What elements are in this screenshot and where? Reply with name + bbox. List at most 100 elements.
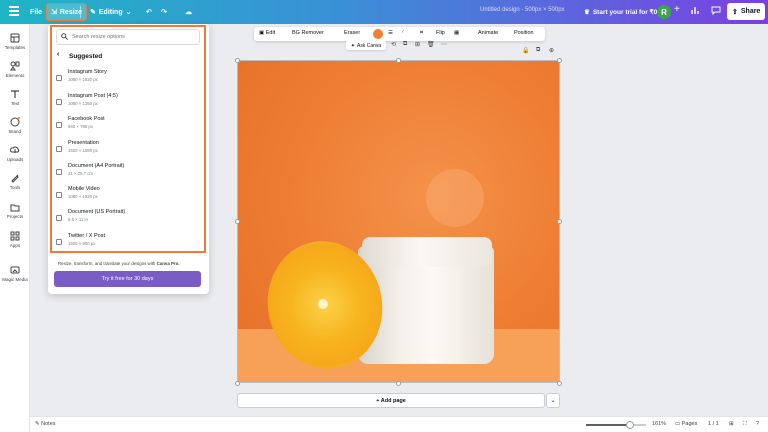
corner-rounding-icon[interactable]: ◜ <box>402 30 404 36</box>
help-icon[interactable]: ? <box>756 421 759 427</box>
resize-handle[interactable] <box>557 58 562 63</box>
option-checkbox[interactable] <box>56 239 62 245</box>
option-size: 940 × 788 px <box>68 124 93 129</box>
add-collaborator-icon[interactable]: + <box>674 4 680 15</box>
add-page-button[interactable]: + Add page <box>237 393 545 408</box>
edit-image-button[interactable]: ▣ Edit <box>259 30 275 36</box>
eraser-button[interactable]: Eraser <box>344 30 360 36</box>
flip-button[interactable]: Flip <box>436 30 445 36</box>
resize-handle[interactable] <box>396 58 401 63</box>
option-checkbox[interactable] <box>56 122 62 128</box>
resize-handle[interactable] <box>557 219 562 224</box>
resize-label: Resize <box>59 8 83 16</box>
position-button[interactable]: Position <box>514 30 534 36</box>
fullscreen-icon[interactable]: ⛶ <box>743 421 747 428</box>
analytics-icon[interactable] <box>691 5 701 17</box>
zoom-level[interactable]: 161% <box>652 421 666 427</box>
sidebar-item-uploads[interactable]: Uploads <box>0 145 30 162</box>
option-checkbox[interactable] <box>56 169 62 175</box>
option-checkbox[interactable] <box>56 99 62 105</box>
try-free-button[interactable]: Try it free for 30 days <box>54 271 201 287</box>
resize-option[interactable]: Document (US Portrait) 8.5 × 11 in <box>56 209 200 229</box>
tools-icon <box>11 174 19 183</box>
pro-promo-text: Resize, transform, and translate your de… <box>58 261 180 266</box>
page-counter: 1 / 1 <box>708 421 719 427</box>
back-arrow-icon[interactable]: ‹ <box>57 51 59 58</box>
color-swatch[interactable] <box>373 29 383 39</box>
bg-remover-button[interactable]: BG Remover <box>292 30 324 36</box>
option-checkbox[interactable] <box>56 146 62 152</box>
sidebar-item-elements[interactable]: Elements <box>0 61 30 78</box>
menu-icon[interactable] <box>9 6 19 16</box>
resize-option[interactable]: Document (A4 Portrait) 21 × 29.7 cm <box>56 163 200 183</box>
copy-icon[interactable]: ⧉ <box>403 41 407 48</box>
duplicate-page-icon[interactable]: ⧉ <box>536 47 540 54</box>
resize-handle[interactable] <box>396 381 401 386</box>
resize-option[interactable]: Instagram Story 1080 × 1920 px <box>56 69 200 89</box>
group-icon[interactable]: ⊞ <box>415 41 420 48</box>
resize-option[interactable]: Instagram Post (4:5) 1080 × 1350 px <box>56 93 200 113</box>
option-name: Twitter / X Post <box>68 233 105 239</box>
resize-option[interactable]: Mobile Video 1080 × 1920 px <box>56 186 200 206</box>
add-page-icon[interactable]: ⊕ <box>549 47 554 54</box>
transparency-icon[interactable]: ▦ <box>454 30 459 36</box>
chevron-down-icon: ⌄ <box>125 9 132 16</box>
lock-icon[interactable]: 🔒 <box>522 47 529 54</box>
zoom-slider-handle[interactable] <box>626 421 634 429</box>
option-checkbox[interactable] <box>56 215 62 221</box>
sidebar-item-label: Elements <box>5 73 25 78</box>
start-trial-button[interactable]: ♛ Start your trial for ₹0 <box>580 4 661 20</box>
sidebar-item-magic-media[interactable]: Magic Media <box>0 265 30 282</box>
document-title[interactable]: Untitled design - 500px × 500px <box>480 7 565 13</box>
sidebar-item-label: Uploads <box>6 157 24 162</box>
sparkle-icon: ✦ <box>350 42 355 49</box>
search-input[interactable] <box>72 34 192 40</box>
cloud-save-button[interactable]: ☁ <box>181 4 196 20</box>
sidebar-item-brand[interactable]: Brand <box>0 117 30 134</box>
share-button[interactable]: ⇪ Share <box>727 3 766 20</box>
resize-handle[interactable] <box>235 58 240 63</box>
delete-icon[interactable]: 🗑 <box>427 41 435 48</box>
resize-handle[interactable] <box>557 381 562 386</box>
option-size: 21 × 29.7 cm <box>68 171 93 176</box>
option-checkbox[interactable] <box>56 192 62 198</box>
sidebar-item-apps[interactable]: Apps <box>0 231 30 248</box>
undo-button[interactable]: ↶ <box>142 4 156 20</box>
templates-icon <box>10 33 20 43</box>
option-name: Facebook Post <box>68 116 105 122</box>
rotate-icon[interactable]: ⟲ <box>391 41 396 48</box>
resize-option[interactable]: Presentation 1920 × 1080 px <box>56 140 200 160</box>
add-page-dropdown[interactable]: ⌄ <box>546 393 560 408</box>
sidebar-item-text[interactable]: Text <box>0 89 30 106</box>
resize-handle[interactable] <box>235 219 240 224</box>
design-canvas[interactable] <box>237 60 560 383</box>
sidebar-item-label: Projects <box>6 214 24 219</box>
redo-button[interactable]: ↷ <box>157 4 171 20</box>
notes-button[interactable]: ✎ Notes <box>35 421 56 427</box>
sidebar-item-templates[interactable]: Templates <box>0 33 30 50</box>
pages-icon: ▭ <box>675 421 681 427</box>
zoom-slider[interactable] <box>586 421 646 429</box>
editing-mode-button[interactable]: ✎ Editing ⌄ <box>86 4 135 20</box>
more-icon[interactable]: ⋯ <box>441 41 447 48</box>
animate-button[interactable]: Animate <box>478 30 498 36</box>
sidebar-item-label: Brand <box>8 129 21 134</box>
sidebar-item-tools[interactable]: Tools <box>0 173 30 190</box>
comment-icon[interactable] <box>711 5 721 17</box>
resize-handle[interactable] <box>235 381 240 386</box>
sidebar-item-projects[interactable]: Projects <box>0 202 30 219</box>
file-menu-button[interactable]: File <box>26 4 46 20</box>
resize-search-field[interactable] <box>56 29 200 45</box>
resize-option[interactable]: Facebook Post 940 × 788 px <box>56 116 200 136</box>
image-icon: ▣ <box>259 30 265 36</box>
lines-icon[interactable]: ☰ <box>388 30 393 36</box>
grid-view-icon[interactable]: ⊞ <box>729 421 734 427</box>
crop-icon[interactable]: ⌗ <box>420 30 423 37</box>
orange-core <box>318 299 328 309</box>
resize-option[interactable]: Twitter / X Post 1600 × 900 px <box>56 233 200 253</box>
option-name: Document (US Portrait) <box>68 209 126 215</box>
option-checkbox[interactable] <box>56 75 62 81</box>
pages-button[interactable]: ▭ Pages <box>675 421 697 427</box>
avatar[interactable]: R <box>657 5 671 19</box>
ask-canva-button[interactable]: ✦ Ask Canva <box>346 41 386 50</box>
